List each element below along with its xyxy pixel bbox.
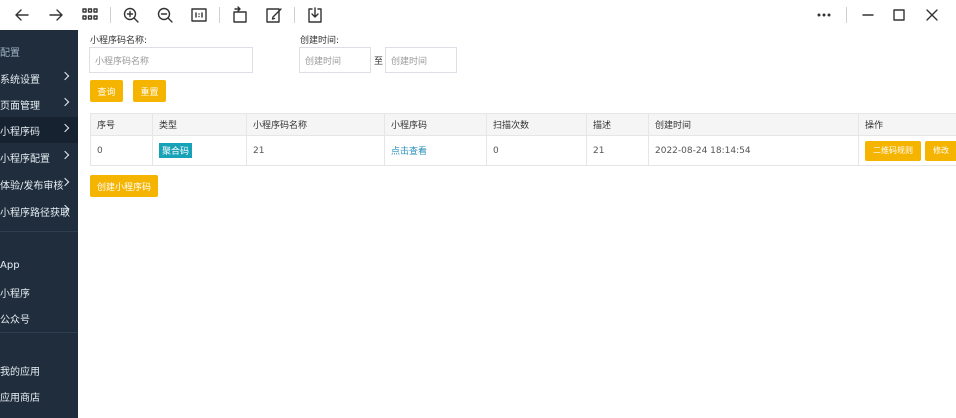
cell-actions: 二维码规则 修改 — [858, 135, 956, 166]
mini-program-code-table: 序号 类型 小程序码名称 小程序码 扫描次数 描述 创建时间 操作 0 聚合码 … — [90, 113, 956, 166]
to-label: 至 — [374, 57, 384, 67]
back-arrow-icon[interactable] — [10, 3, 34, 27]
sidebar-section-label: 配置 — [0, 48, 20, 59]
end-time-input[interactable]: 创建时间 — [385, 47, 457, 73]
col-header-actions: 操作 — [858, 113, 956, 136]
name-filter-label: 小程序码名称: — [90, 36, 148, 46]
sidebar-item-page-management[interactable]: 页面管理 — [0, 91, 78, 117]
viewer-toolbar — [0, 0, 956, 30]
reset-button[interactable]: 重置 — [133, 80, 166, 102]
cell-created: 2022-08-24 18:14:54 — [648, 135, 859, 166]
col-header-name: 小程序码名称 — [246, 113, 385, 136]
cell-index: 0 — [90, 135, 153, 166]
more-icon[interactable] — [812, 3, 836, 27]
cell-type: 聚合码 — [152, 135, 247, 166]
edit-icon[interactable] — [262, 3, 286, 27]
col-header-created: 创建时间 — [648, 113, 859, 136]
type-badge: 聚合码 — [159, 143, 193, 158]
table-row: 0 聚合码 21 点击查看 0 21 2022-08-24 18:14:54 二… — [90, 135, 956, 166]
actual-size-icon[interactable] — [187, 3, 211, 27]
time-filter-label: 创建时间: — [300, 36, 340, 46]
sidebar-item-path-getter[interactable]: 小程序路径获取 — [0, 198, 78, 224]
col-header-scans: 扫描次数 — [486, 113, 587, 136]
cell-desc: 21 — [586, 135, 649, 166]
chevron-right-icon — [60, 150, 70, 160]
zoom-in-icon[interactable] — [119, 3, 143, 27]
cell-scans: 0 — [486, 135, 587, 166]
rotate-icon[interactable] — [228, 3, 252, 27]
sidebar-item-system-settings[interactable]: 系统设置 — [0, 65, 78, 91]
table-header-row: 序号 类型 小程序码名称 小程序码 扫描次数 描述 创建时间 操作 — [90, 113, 956, 136]
save-icon[interactable] — [303, 3, 327, 27]
sidebar-divider — [0, 332, 78, 333]
sidebar-platform-official-account[interactable]: 公众号 — [0, 311, 30, 326]
forward-arrow-icon[interactable] — [44, 3, 68, 27]
chevron-right-icon — [60, 123, 70, 133]
sidebar-platform-app[interactable]: App — [0, 260, 20, 271]
start-time-input[interactable]: 创建时间 — [299, 47, 371, 73]
create-mini-program-code-button[interactable]: 创建小程序码 — [90, 175, 158, 197]
sidebar-item-review-publish[interactable]: 体验/发布审核 — [0, 171, 78, 197]
cell-name: 21 — [246, 135, 385, 166]
query-button[interactable]: 查询 — [90, 80, 123, 102]
view-code-link[interactable]: 点击查看 — [391, 147, 427, 157]
maximize-icon[interactable] — [887, 3, 911, 27]
close-icon[interactable] — [920, 3, 944, 27]
chevron-right-icon — [60, 71, 70, 81]
sidebar-app-store[interactable]: 应用商店 — [0, 389, 40, 404]
col-header-type: 类型 — [152, 113, 247, 136]
sidebar-divider — [0, 231, 78, 232]
zoom-out-icon[interactable] — [153, 3, 177, 27]
minimize-icon[interactable] — [856, 3, 880, 27]
grid-icon[interactable] — [78, 3, 102, 27]
col-header-desc: 描述 — [586, 113, 649, 136]
main-content: 小程序码名称: 小程序码名称 创建时间: 创建时间 至 创建时间 查询 重置 序… — [78, 30, 956, 418]
name-filter-input[interactable]: 小程序码名称 — [89, 47, 253, 73]
sidebar-platform-mini-program[interactable]: 小程序 — [0, 285, 30, 300]
edit-button[interactable]: 修改 — [925, 140, 956, 161]
sidebar-item-mini-program-config[interactable]: 小程序配置 — [0, 144, 78, 170]
sidebar: 配置 系统设置 页面管理 小程序码 小程序配置 体验/发布审核 小程序路径获取 … — [0, 30, 78, 418]
sidebar-item-mini-program-code[interactable]: 小程序码 — [0, 117, 78, 143]
chevron-right-icon — [60, 97, 70, 107]
col-header-index: 序号 — [90, 113, 153, 136]
cell-code: 点击查看 — [384, 135, 487, 166]
sidebar-my-apps[interactable]: 我的应用 — [0, 363, 40, 378]
col-header-code: 小程序码 — [384, 113, 487, 136]
qr-rule-button[interactable]: 二维码规则 — [865, 140, 921, 161]
